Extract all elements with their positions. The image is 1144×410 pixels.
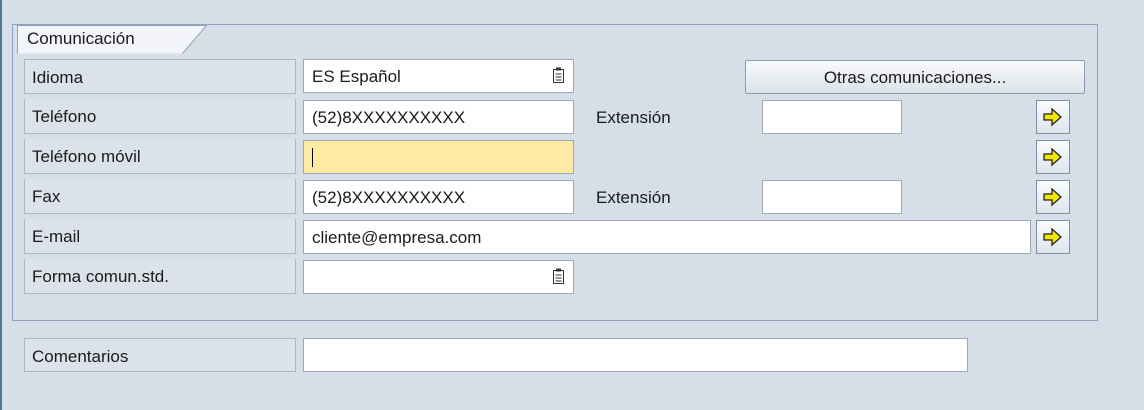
fax-more-button[interactable] <box>1036 180 1070 214</box>
otras-comunicaciones-button[interactable]: Otras comunicaciones... <box>745 60 1085 94</box>
movil-more-button[interactable] <box>1036 140 1070 174</box>
fax-input[interactable]: (52)8XXXXXXXXXX <box>303 180 574 214</box>
yellow-right-arrow-icon <box>1043 227 1062 247</box>
telefono-movil-input[interactable] <box>303 140 574 174</box>
telefono-extension-label: Extensión <box>596 108 671 127</box>
yellow-right-arrow-icon <box>1043 187 1062 207</box>
comentarios-input[interactable] <box>303 338 968 372</box>
telefono-extension-input[interactable] <box>762 100 902 134</box>
telefono-input[interactable]: (52)8XXXXXXXXXX <box>303 100 574 134</box>
label-telefono: Teléfono <box>24 99 296 134</box>
dropdown-list-icon[interactable] <box>552 67 565 84</box>
group-tab: Comunicación <box>17 25 207 54</box>
fax-extension-input[interactable] <box>762 180 902 214</box>
dropdown-list-icon[interactable] <box>552 268 565 285</box>
fax-extension-label: Extensión <box>596 188 671 207</box>
label-fax: Fax <box>24 179 296 214</box>
yellow-right-arrow-icon <box>1043 107 1062 127</box>
forma-comunicacion-select[interactable] <box>303 260 574 294</box>
label-idioma: Idioma <box>24 59 296 94</box>
email-input[interactable]: cliente@empresa.com <box>303 220 1031 254</box>
yellow-right-arrow-icon <box>1043 147 1062 167</box>
label-email: E-mail <box>24 219 296 254</box>
label-forma-comunicacion: Forma comun.std. <box>24 259 296 294</box>
group-title: Comunicación <box>27 29 135 48</box>
text-caret <box>312 148 313 167</box>
email-more-button[interactable] <box>1036 220 1070 254</box>
idioma-select[interactable]: ES Español <box>303 59 574 93</box>
label-comentarios: Comentarios <box>24 338 296 372</box>
left-rule <box>0 0 2 410</box>
telefono-more-button[interactable] <box>1036 100 1070 134</box>
idioma-value: ES Español <box>312 67 401 86</box>
label-telefono-movil: Teléfono móvil <box>24 139 296 174</box>
